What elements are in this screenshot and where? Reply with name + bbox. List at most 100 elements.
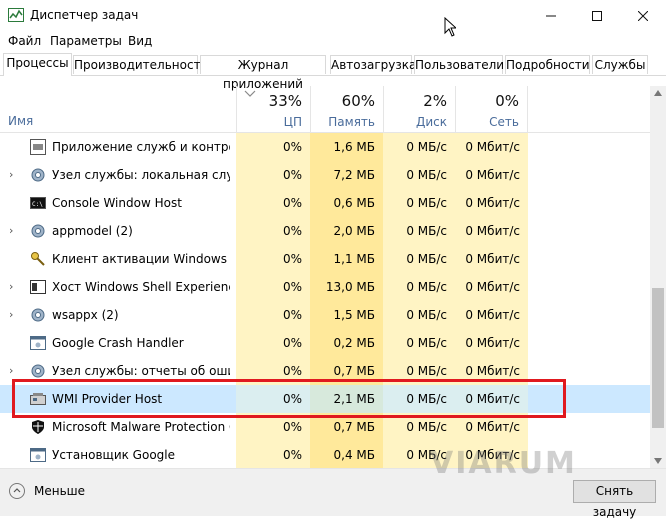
menu-options[interactable]: Параметры [50, 34, 122, 48]
memory-value: 1,5 МБ [310, 301, 383, 329]
cpu-value: 0% [236, 245, 310, 273]
memory-value: 13,0 МБ [310, 273, 383, 301]
tab-startup[interactable]: Автозагрузка [330, 55, 416, 74]
minimize-button[interactable] [528, 0, 574, 31]
process-name: Приложение служб и контро... [52, 140, 230, 154]
cpu-value: 0% [236, 273, 310, 301]
process-row[interactable]: ›Узел службы: локальная служ...0%7,2 МБ0… [0, 161, 650, 189]
menu-bar: Файл Параметры Вид [0, 31, 666, 51]
gear-icon [30, 307, 46, 323]
chevron-up-circle-icon[interactable] [9, 483, 25, 499]
disk-value: 0 МБ/с [383, 273, 455, 301]
console-icon: C:\ [30, 195, 46, 211]
process-row[interactable]: Клиент активации Windows 0% 1,1 МБ 0 МБ/с 0 … [0, 245, 650, 273]
network-value: 0 Мбит/с [455, 161, 528, 189]
cpu-value: 0% [236, 441, 310, 468]
disk-value: 0 МБ/с [383, 189, 455, 217]
end-task-button[interactable]: Снять задачу [573, 480, 656, 519]
expand-chevron-icon[interactable]: › [9, 308, 13, 321]
memory-value: 7,2 МБ [310, 161, 383, 189]
app-generic-icon [30, 447, 46, 463]
cpu-value: 0% [236, 189, 310, 217]
column-memory[interactable]: 60% Память [310, 86, 383, 132]
gear-icon [30, 223, 46, 239]
column-disk[interactable]: 2% Диск [383, 86, 455, 132]
expand-chevron-icon[interactable]: › [9, 280, 13, 293]
memory-value: 2,0 МБ [310, 217, 383, 245]
process-row[interactable]: Google Crash Handler 0% 0,2 МБ 0 МБ/с 0 Мбит… [0, 329, 650, 357]
shell-icon [30, 279, 46, 295]
process-row[interactable]: C:\ Console Window Host 0% 0,6 МБ 0 МБ/с 0 Мб… [0, 189, 650, 217]
expand-chevron-icon[interactable]: › [9, 364, 13, 377]
cpu-value: 0% [236, 301, 310, 329]
memory-total: 60% [341, 92, 375, 110]
tab-users[interactable]: Пользователи [414, 55, 504, 74]
tab-strip: Процессы Производительность Журнал прило… [0, 53, 666, 91]
expand-chevron-icon[interactable]: › [9, 168, 13, 181]
process-name: appmodel (2) [52, 224, 133, 238]
gear-icon [30, 167, 46, 183]
process-row[interactable]: Приложение служб и контро... 0% 1,6 МБ 0 МБ… [0, 133, 650, 161]
process-name: Хост Windows Shell Experience ... [52, 280, 230, 294]
process-name: Узел службы: локальная служ... [52, 168, 230, 182]
network-total: 0% [495, 92, 519, 110]
memory-value: 0,4 МБ [310, 441, 383, 468]
process-name: Клиент активации Windows [52, 252, 227, 266]
scroll-up-icon[interactable] [654, 90, 662, 96]
maximize-icon [592, 10, 602, 21]
column-network[interactable]: 0% Сеть [455, 86, 528, 132]
close-button[interactable] [620, 0, 666, 31]
window-title: Диспетчер задач [30, 8, 139, 22]
highlight-box [12, 379, 566, 418]
cpu-value: 0% [236, 161, 310, 189]
cpu-value: 0% [236, 217, 310, 245]
network-label: Сеть [489, 115, 519, 129]
process-name: Узел службы: отчеты об оши... [52, 364, 230, 378]
cpu-label: ЦП [283, 115, 302, 129]
memory-value: 1,1 МБ [310, 245, 383, 273]
shield-icon [30, 419, 46, 435]
tab-services[interactable]: Службы [592, 55, 648, 74]
fewer-details-link[interactable]: Меньше [34, 484, 85, 498]
app-services-icon [30, 139, 46, 155]
minimize-icon [546, 15, 556, 16]
scroll-down-icon[interactable] [654, 458, 662, 464]
disk-value: 0 МБ/с [383, 329, 455, 357]
process-name: Установщик Google [52, 448, 175, 462]
menu-file[interactable]: Файл [8, 34, 41, 48]
maximize-button[interactable] [574, 0, 620, 31]
disk-value: 0 МБ/с [383, 217, 455, 245]
scrollbar-thumb[interactable] [652, 288, 664, 428]
process-name: Microsoft Malware Protection C... [52, 420, 230, 434]
process-name: Google Crash Handler [52, 336, 184, 350]
sort-chevron-icon [244, 90, 256, 97]
network-value: 0 Мбит/с [455, 217, 528, 245]
cpu-value: 0% [236, 133, 310, 161]
disk-value: 0 МБ/с [383, 133, 455, 161]
disk-label: Диск [415, 115, 447, 129]
tab-app-history[interactable]: Журнал приложений [200, 55, 326, 91]
disk-value: 0 МБ/с [383, 245, 455, 273]
key-icon [30, 251, 46, 267]
svg-text:C:\: C:\ [32, 201, 43, 208]
tab-details[interactable]: Подробности [505, 55, 590, 74]
menu-view[interactable]: Вид [128, 34, 152, 48]
process-row[interactable]: › Хост Windows Shell Experience ... 0%13,0… [0, 273, 650, 301]
expand-chevron-icon[interactable]: › [9, 224, 13, 237]
process-row[interactable]: › wsappx (2) 0% 1,5 МБ 0 МБ/с 0 Мбит/с [0, 301, 650, 329]
network-value: 0 Мбит/с [455, 329, 528, 357]
tab-performance[interactable]: Производительность [73, 55, 208, 74]
app-generic-icon [30, 335, 46, 351]
process-row[interactable]: › appmodel (2) 0% 2,0 МБ 0 МБ/с 0 Мбит/с [0, 217, 650, 245]
process-name: wsappx (2) [52, 308, 119, 322]
network-value: 0 Мбит/с [455, 301, 528, 329]
network-value: 0 Мбит/с [455, 245, 528, 273]
column-name[interactable]: Имя [8, 114, 33, 128]
disk-value: 0 МБ/с [383, 161, 455, 189]
tab-processes[interactable]: Процессы [3, 53, 72, 76]
memory-label: Память [328, 115, 375, 129]
vertical-scrollbar[interactable] [650, 86, 666, 468]
task-manager-icon [8, 8, 24, 22]
cpu-value: 0% [236, 329, 310, 357]
watermark: VIARUM [430, 446, 577, 481]
